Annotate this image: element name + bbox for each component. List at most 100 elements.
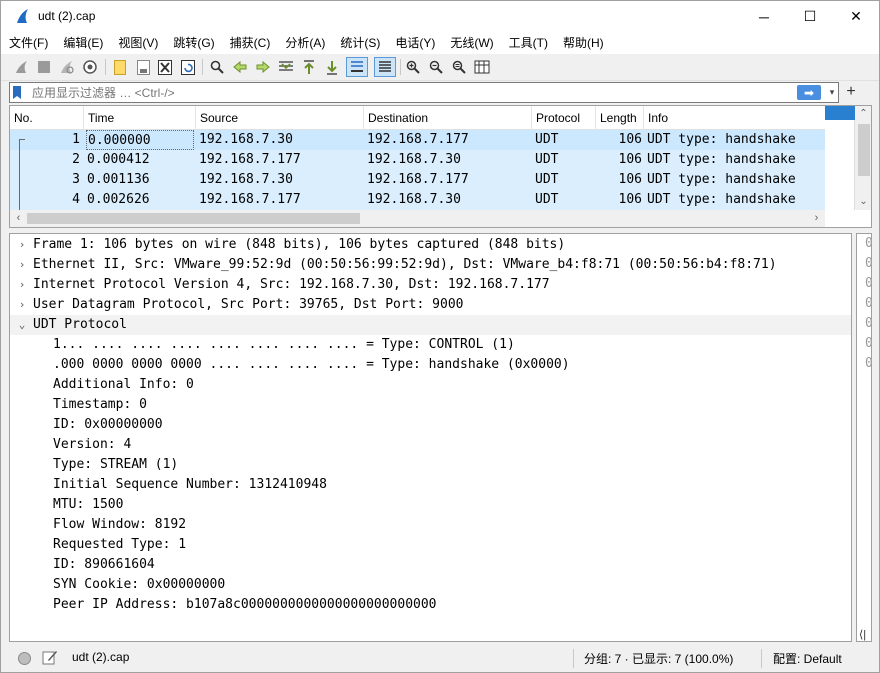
menu-edit[interactable]: 编辑(E) (55, 32, 110, 54)
zoom-in-icon[interactable] (404, 58, 422, 76)
menu-help[interactable]: 帮助(H) (555, 32, 611, 54)
menu-analyze[interactable]: 分析(A) (277, 32, 332, 54)
packet-time: 0.001136 (87, 172, 150, 187)
packet-destination: 192.168.7.30 (367, 152, 461, 167)
tree-field[interactable]: 1... .... .... .... .... .... .... .... … (10, 335, 851, 355)
column-header-destination[interactable]: Destination (364, 106, 532, 130)
save-file-icon[interactable] (134, 58, 152, 76)
tree-field[interactable]: SYN Cookie: 0x00000000 (10, 575, 851, 595)
tree-item-ethernet[interactable]: › Ethernet II, Src: VMware_99:52:9d (00:… (10, 255, 851, 275)
packet-list-vertical-scrollbar[interactable]: ⌃ ⌄ (825, 106, 871, 210)
packet-row[interactable]: 2 0.000412 192.168.7.177 192.168.7.30 UD… (10, 150, 825, 170)
tree-field[interactable]: Flow Window: 8192 (10, 515, 851, 535)
tree-field-label: MTU: 1500 (53, 497, 124, 512)
maximize-button[interactable]: ☐ (787, 1, 833, 32)
bytes-scroll-left-icon[interactable]: ⟨| (859, 628, 869, 641)
expand-arrow-icon[interactable]: › (16, 295, 28, 315)
expand-arrow-icon[interactable]: › (16, 255, 28, 275)
packet-no: 2 (72, 152, 80, 167)
tree-field-label: .000 0000 0000 0000 .... .... .... .... … (53, 357, 570, 372)
go-back-icon[interactable] (231, 58, 249, 76)
tree-field[interactable]: Timestamp: 0 (10, 395, 851, 415)
tree-field-label: Timestamp: 0 (53, 397, 147, 412)
zoom-out-icon[interactable] (427, 58, 445, 76)
title-bar: udt (2).cap ─ ☐ ✕ (1, 1, 879, 32)
scrollbar-thumb[interactable] (858, 124, 870, 176)
column-header-info[interactable]: Info (644, 106, 825, 130)
column-header-protocol[interactable]: Protocol (532, 106, 596, 130)
bookmark-icon[interactable] (13, 86, 21, 99)
tree-field[interactable]: MTU: 1500 (10, 495, 851, 515)
menu-file[interactable]: 文件(F) (1, 32, 55, 54)
scroll-up-icon[interactable]: ⌃ (856, 107, 871, 121)
packet-list-horizontal-scrollbar[interactable]: ‹ › (10, 210, 825, 227)
menu-capture[interactable]: 捕获(C) (222, 32, 278, 54)
expert-info-icon[interactable] (18, 652, 31, 665)
expand-arrow-icon[interactable]: › (16, 275, 28, 295)
menu-tools[interactable]: 工具(T) (501, 32, 555, 54)
tree-item-udp[interactable]: › User Datagram Protocol, Src Port: 3976… (10, 295, 851, 315)
resize-columns-icon[interactable] (473, 58, 491, 76)
normal-size-icon[interactable] (450, 58, 468, 76)
restart-capture-icon[interactable] (58, 58, 76, 76)
scrollbar-thumb[interactable] (27, 213, 360, 224)
capture-comment-icon[interactable] (42, 649, 58, 665)
capture-options-icon[interactable] (81, 58, 99, 76)
add-filter-button[interactable]: + (844, 82, 858, 102)
scroll-down-icon[interactable]: ⌄ (856, 195, 871, 209)
column-header-length[interactable]: Length (596, 106, 644, 130)
packet-info: UDT type: handshake (647, 152, 796, 167)
column-header-source[interactable]: Source (196, 106, 364, 130)
related-packet-line (19, 140, 20, 150)
filter-history-dropdown[interactable]: ▾ (825, 84, 839, 101)
tree-field[interactable]: .000 0000 0000 0000 .... .... .... .... … (10, 355, 851, 375)
tree-field-label: Additional Info: 0 (53, 377, 194, 392)
tree-item-ip[interactable]: › Internet Protocol Version 4, Src: 192.… (10, 275, 851, 295)
tree-field[interactable]: Peer IP Address: b107a8c0000000000000000… (10, 595, 851, 615)
minimize-button[interactable]: ─ (741, 1, 787, 32)
menu-telephony[interactable]: 电话(Y) (387, 32, 442, 54)
menu-go[interactable]: 跳转(G) (165, 32, 221, 54)
scroll-right-icon[interactable]: › (808, 210, 825, 227)
first-packet-icon[interactable] (300, 58, 318, 76)
apply-filter-button[interactable]: ➡ (797, 85, 821, 100)
packet-row[interactable]: 1 0.000000 192.168.7.30 192.168.7.177 UD… (10, 130, 825, 150)
tree-field[interactable]: Version: 4 (10, 435, 851, 455)
menu-wireless[interactable]: 无线(W) (442, 32, 500, 54)
tree-item-udt[interactable]: ⌄ UDT Protocol (10, 315, 851, 335)
tree-field[interactable]: Initial Sequence Number: 1312410948 (10, 475, 851, 495)
colorize-icon[interactable] (374, 57, 396, 77)
status-profile[interactable]: 配置: Default (773, 650, 842, 667)
autoscroll-icon[interactable] (346, 57, 368, 77)
tree-field[interactable]: Requested Type: 1 (10, 535, 851, 555)
tree-field-label: Requested Type: 1 (53, 537, 187, 552)
packet-row[interactable]: 3 0.001136 192.168.7.30 192.168.7.177 UD… (10, 170, 825, 190)
tree-item-frame[interactable]: › Frame 1: 106 bytes on wire (848 bits),… (10, 235, 851, 255)
stop-capture-icon[interactable] (35, 58, 53, 76)
column-header-no[interactable]: No. (10, 106, 84, 130)
go-to-packet-icon[interactable] (277, 58, 295, 76)
packet-minimap[interactable] (825, 120, 855, 210)
menu-statistics[interactable]: 统计(S) (332, 32, 387, 54)
display-filter-input[interactable] (32, 84, 772, 101)
tree-field[interactable]: Type: STREAM (1) (10, 455, 851, 475)
menu-view[interactable]: 视图(V) (110, 32, 165, 54)
packet-row[interactable]: 4 0.002626 192.168.7.177 192.168.7.30 UD… (10, 190, 825, 210)
tree-field[interactable]: ID: 0x00000000 (10, 415, 851, 435)
find-packet-icon[interactable] (208, 58, 226, 76)
packet-bytes-pane: 0 0 0 0 0 0 0 ⟨| (856, 233, 872, 642)
last-packet-icon[interactable] (323, 58, 341, 76)
tree-field-label: Flow Window: 8192 (53, 517, 187, 532)
go-forward-icon[interactable] (254, 58, 272, 76)
collapse-arrow-icon[interactable]: ⌄ (16, 315, 28, 335)
open-file-icon[interactable] (111, 58, 129, 76)
tree-field[interactable]: ID: 890661604 (10, 555, 851, 575)
expand-arrow-icon[interactable]: › (16, 235, 28, 255)
close-button[interactable]: ✕ (833, 1, 879, 32)
start-capture-icon[interactable] (13, 58, 31, 76)
close-file-icon[interactable] (156, 58, 174, 76)
tree-field[interactable]: Additional Info: 0 (10, 375, 851, 395)
reload-file-icon[interactable] (179, 58, 197, 76)
scroll-left-icon[interactable]: ‹ (10, 210, 27, 227)
column-header-time[interactable]: Time (84, 106, 196, 130)
